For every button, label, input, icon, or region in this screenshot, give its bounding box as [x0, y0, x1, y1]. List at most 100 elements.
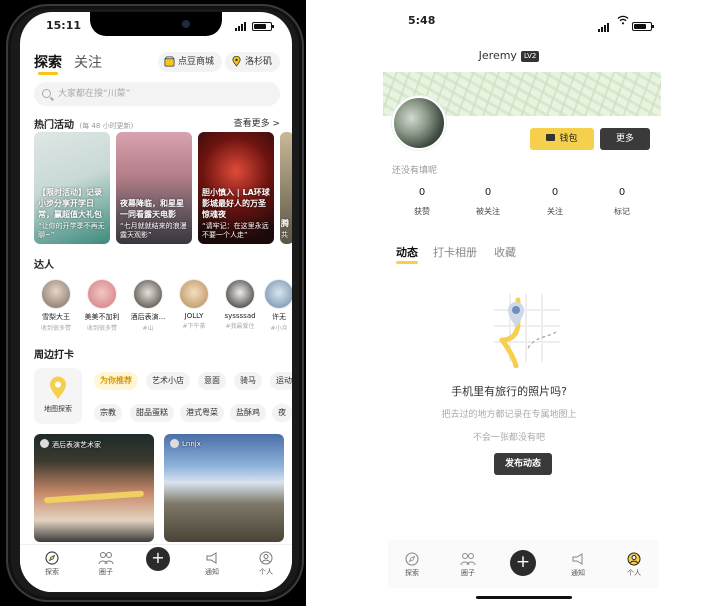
top-header: 探索 关注 点豆商城 洛杉矶 [34, 52, 280, 76]
person-tag: #小众 [270, 325, 288, 332]
tab-follow[interactable]: 关注 [74, 52, 102, 72]
person-item[interactable]: 酒后表演... #山 [126, 279, 170, 332]
stat-value: 0 [551, 187, 559, 198]
hot-activities-header: 热门活动 (每 48 小时更新) 查看更多 > [34, 116, 280, 131]
activity-card-subtitle: “让你的开学季不再无聊~” [38, 222, 105, 239]
empty-state-title: 手机里有旅行的照片吗? [451, 385, 567, 398]
home-indicator [476, 596, 572, 599]
stat-label: 标记 [614, 207, 630, 216]
compass-icon [45, 551, 59, 565]
person-item[interactable]: 美美不加利 收到很多赞 [80, 279, 124, 332]
create-post-button[interactable]: + [510, 550, 536, 576]
tabbar-circle[interactable]: 圈子 [448, 552, 488, 578]
shop-icon [164, 56, 175, 67]
feed-card[interactable]: 酒后表演艺术家 [34, 434, 154, 542]
search-input[interactable]: 大家都在搜“川菜” [34, 82, 280, 106]
chip-cantonese[interactable]: 港式粤菜 [180, 404, 224, 422]
tabbar-notifications[interactable]: 通知 [558, 552, 598, 578]
tab-checkin-album[interactable]: 打卡相册 [433, 244, 477, 260]
group-icon [98, 552, 114, 565]
left-phone-frame: 15:11 探索 关注 点豆商城 洛杉矶 大家都在搜“川菜” 热门活动 (每 4… [0, 0, 306, 606]
tab-explore[interactable]: 探索 [34, 52, 62, 75]
city-selector[interactable]: 洛杉矶 [224, 52, 280, 72]
activity-card-subtitle: “七月就就结来的浪漫露天观影” [120, 222, 187, 239]
more-button[interactable]: 更多 [600, 128, 650, 150]
publish-post-button[interactable]: 发布动态 [494, 453, 552, 475]
signal-icon [235, 21, 246, 34]
wifi-icon [617, 15, 629, 25]
activity-card[interactable]: 腾共 [280, 132, 292, 244]
level-badge: LV2 [520, 51, 540, 62]
search-icon [42, 89, 51, 98]
person-tag: #我最爱住 [225, 323, 255, 330]
person-item[interactable]: syssssad #我最爱住 [218, 279, 262, 330]
tabbar-label: 圈子 [461, 569, 475, 577]
activity-card[interactable]: 胆小慎入 | LA环球影城最好人的万圣惊魂夜 “请牢记：在这里永远不要一个人走” [198, 132, 274, 244]
chip-religion[interactable]: 宗教 [94, 404, 122, 422]
chip-pasta[interactable]: 意面 [198, 372, 226, 390]
tabbar-notifications[interactable]: 通知 [192, 551, 232, 577]
person-item[interactable]: 雪梨大王 收到很多赞 [34, 279, 78, 332]
chip-recommended[interactable]: 为你推荐 [94, 372, 138, 390]
map-explore-button[interactable]: 地图探索 [34, 368, 82, 424]
chip-desserts[interactable]: 甜品蛋糕 [130, 404, 174, 422]
battery-icon [252, 21, 274, 34]
wallet-label: 钱包 [559, 134, 578, 144]
notch [90, 12, 222, 36]
search-placeholder: 大家都在搜“川菜” [58, 89, 131, 99]
chip-horse-riding[interactable]: 骑马 [234, 372, 262, 390]
nearby-header: 周边打卡 [34, 346, 280, 361]
feed-username: Lnnjx [170, 439, 201, 448]
tabbar-profile[interactable]: 个人 [614, 552, 654, 578]
stat-following[interactable]: 0 关注 [530, 187, 580, 217]
bottom-tabbar: 探索 圈子 + 通知 个人 [20, 544, 292, 592]
chip-art-shop[interactable]: 艺术小店 [146, 372, 190, 390]
person-name: 酒后表演... [130, 313, 166, 321]
chip-night[interactable]: 夜 [272, 404, 292, 422]
activity-carousel[interactable]: 【限时活动】记录小步分享开学日常，赢超值大礼包 “让你的开学季不再无聊~” 夜幕降… [34, 132, 292, 244]
avatar [87, 279, 117, 309]
feed-card[interactable]: Lnnjx [164, 434, 284, 542]
person-name: 雪梨大王 [42, 313, 70, 321]
left-phone-screen: 15:11 探索 关注 点豆商城 洛杉矶 大家都在搜“川菜” 热门活动 (每 4… [20, 12, 292, 592]
tabbar-circle[interactable]: 圈子 [86, 551, 126, 577]
person-item[interactable]: 许无 #小众 [264, 279, 292, 332]
activity-card[interactable]: 【限时活动】记录小步分享开学日常，赢超值大礼包 “让你的开学季不再无聊~” [34, 132, 110, 244]
tabbar-label: 通知 [205, 568, 219, 576]
stat-followers[interactable]: 0 被关注 [463, 187, 513, 217]
wallet-button[interactable]: 钱包 [530, 128, 594, 150]
tabbar-profile[interactable]: 个人 [246, 551, 286, 577]
tabbar-label: 个人 [627, 569, 641, 577]
chip-popcorn-chicken[interactable]: 盐酥鸡 [230, 404, 266, 422]
tabbar-explore[interactable]: 探索 [32, 551, 72, 577]
person-tag: #下午茶 [182, 323, 206, 330]
avatar [225, 279, 255, 309]
stat-label: 获赞 [414, 207, 430, 216]
status-time: 15:11 [46, 19, 82, 32]
megaphone-icon [572, 553, 583, 565]
stat-label: 被关注 [476, 207, 500, 216]
shop-label: 点豆商城 [177, 57, 214, 67]
stat-marks[interactable]: 0 标记 [597, 187, 647, 217]
feed-username: 酒后表演艺术家 [40, 439, 101, 450]
person-item[interactable]: JOLLY #下午茶 [172, 279, 216, 330]
tab-favorites[interactable]: 收藏 [494, 244, 516, 260]
people-list[interactable]: 雪梨大王 收到很多赞 美美不加利 收到很多赞 酒后表演... #山 JOLLY … [34, 279, 292, 335]
battery-icon [632, 16, 654, 35]
map-explore-label: 地图探索 [44, 405, 72, 413]
create-post-button[interactable]: + [146, 547, 170, 571]
see-more-link[interactable]: 查看更多 > [234, 116, 280, 129]
city-label: 洛杉矶 [244, 57, 272, 67]
shop-button[interactable]: 点豆商城 [157, 52, 222, 72]
tabbar-label: 探索 [405, 569, 419, 577]
tabbar-explore[interactable]: 探索 [392, 552, 432, 578]
stat-likes[interactable]: 0 获赞 [397, 187, 447, 217]
location-pin-icon [232, 56, 241, 67]
activity-card[interactable]: 夜幕降临，和星星一同看露天电影 “七月就就结来的浪漫露天观影” [116, 132, 192, 244]
profile-avatar[interactable] [392, 96, 446, 150]
profile-bio[interactable]: 还没有填呢 [392, 163, 437, 176]
right-phone-screen: 5:48 Jeremy LV2 钱包 更多 还没有填呢 0 获赞 0 被关注 0 … [308, 0, 710, 606]
wallet-icon [546, 134, 556, 141]
tab-posts[interactable]: 动态 [396, 244, 418, 264]
chip-sports[interactable]: 运动 [270, 372, 292, 390]
